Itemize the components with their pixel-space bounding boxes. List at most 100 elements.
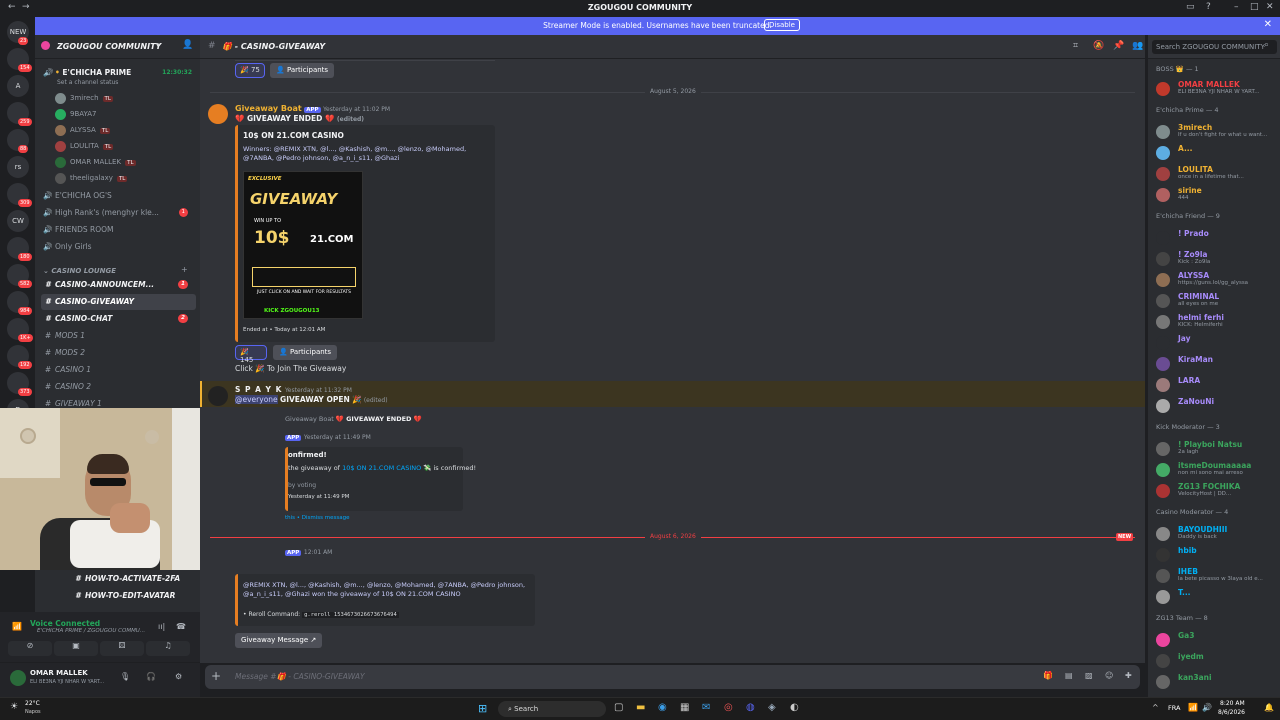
gif-icon[interactable]: ▤ xyxy=(1065,671,1073,680)
member-item[interactable]: 3mirech If u don't fight for what u want.… xyxy=(1156,122,1280,142)
text-channel[interactable]: # CASINO-GIVEAWAY xyxy=(41,294,196,310)
member-item[interactable]: iyedm xyxy=(1156,651,1280,671)
member-item[interactable]: LARA xyxy=(1156,375,1280,395)
volume-icon[interactable]: 🔊 xyxy=(1202,703,1212,712)
soundboard-button[interactable]: ♫ xyxy=(146,641,190,656)
sticker-icon[interactable]: ▨ xyxy=(1085,671,1093,680)
member-item[interactable]: LOULITA once in a lifetime that... xyxy=(1156,164,1280,184)
wifi-icon[interactable]: 📶 xyxy=(1188,703,1198,712)
member-item[interactable]: OMAR MALLEK ELI BE3NA YJI NHAR W YART... xyxy=(1156,79,1280,99)
member-item[interactable]: ZG13 FOCHIKA VelocityHost | DD... xyxy=(1156,481,1280,501)
member-item[interactable]: helmi ferhi KICK: Helmiferhi xyxy=(1156,312,1280,332)
reaction-button-2[interactable]: 🎉 145 xyxy=(235,345,267,364)
help-icon[interactable]: ? xyxy=(1206,2,1211,12)
activities-button[interactable]: ⚄ xyxy=(100,641,144,656)
mic-icon[interactable]: 🎙 xyxy=(120,672,130,681)
giveaway-message-button[interactable]: Giveaway Message ↗ xyxy=(235,633,323,648)
participants-button-2[interactable]: 👤 Participants xyxy=(273,345,338,360)
search-icon[interactable]: ⌕ xyxy=(1264,40,1269,50)
voice-user[interactable]: ALYSSA TL xyxy=(55,123,111,138)
close-window-icon[interactable]: ✕ xyxy=(1266,2,1274,12)
weather-icon[interactable]: ☀ xyxy=(10,702,18,712)
chrome-icon[interactable]: ◎ xyxy=(724,702,733,713)
weather-temp[interactable]: 22°C xyxy=(25,700,40,707)
steam-icon[interactable]: ◈ xyxy=(768,702,776,713)
user-name[interactable]: OMAR MALLEK xyxy=(30,669,88,677)
server-header[interactable]: ZGOUGOU COMMUNITY ▾ 👤 xyxy=(35,35,200,59)
screen-share-button[interactable]: ▣ xyxy=(54,641,98,656)
store-icon[interactable]: ▦ xyxy=(680,702,689,713)
voice-user[interactable]: OMAR MALLEK TL xyxy=(55,155,136,170)
voice-channel[interactable]: 🔊 High Rank's (menghyr kle... 1 xyxy=(41,205,196,221)
server-icon[interactable]: A xyxy=(7,75,29,97)
pin-icon[interactable]: 📌 xyxy=(1113,41,1124,51)
member-item[interactable]: kan3ani xyxy=(1156,672,1280,692)
member-item[interactable]: hbib xyxy=(1156,545,1280,565)
server-icon[interactable]: CW xyxy=(7,210,29,232)
giveaway-poster[interactable]: EXCLUSIVE GIVEAWAY WIN UP TO 10$ 21.COM … xyxy=(243,171,363,319)
member-item[interactable]: A... xyxy=(1156,143,1280,163)
close-banner-icon[interactable]: ✕ xyxy=(1264,19,1272,30)
add-channel-icon[interactable]: + xyxy=(181,265,188,274)
voice-user[interactable]: LOULITA TL xyxy=(55,139,114,154)
voice-user[interactable]: 3mirech TL xyxy=(55,91,113,106)
member-item[interactable]: ! Playboi Natsu 2a lagh xyxy=(1156,439,1280,459)
clock-time[interactable]: 8:20 AM xyxy=(1220,700,1245,707)
chevron-down-icon[interactable]: ▾ xyxy=(156,41,160,49)
author-name[interactable]: Giveaway Boat xyxy=(235,104,302,113)
obs-icon[interactable]: ◐ xyxy=(790,702,799,713)
reply-preview[interactable]: Giveaway Boat 💔 GIVEAWAY ENDED 💔 xyxy=(285,415,465,429)
camera-off-button[interactable]: ⊘ xyxy=(8,641,52,656)
gift-icon[interactable]: 🎁 xyxy=(1043,671,1053,680)
author-name[interactable]: S P A Y K xyxy=(235,385,282,394)
task-view-icon[interactable]: ▢ xyxy=(614,702,623,713)
disable-streamer-button[interactable]: Disable xyxy=(764,19,800,31)
voice-connected-label[interactable]: Voice Connected xyxy=(30,619,100,628)
language-indicator[interactable]: FRA xyxy=(1168,704,1180,712)
member-item[interactable]: ALYSSA https://guns.lol/gg_alyssa xyxy=(1156,270,1280,290)
text-channel[interactable]: # HOW-TO-ACTIVATE-2FA xyxy=(71,571,196,587)
avatar[interactable] xyxy=(10,670,26,686)
apps-icon[interactable]: ✚ xyxy=(1125,671,1132,680)
threads-icon[interactable]: ⌗ xyxy=(1073,41,1078,51)
file-explorer-icon[interactable]: ▬ xyxy=(636,702,645,713)
minimize-icon[interactable]: – xyxy=(1234,2,1239,12)
category-casino-lounge[interactable]: ⌄ CASINO LOUNGE xyxy=(43,267,116,275)
text-channel[interactable]: # MODS 1 xyxy=(41,328,196,344)
notification-icon[interactable]: 🔔 xyxy=(1264,703,1274,712)
voice-channel[interactable]: 🔊 FRIENDS ROOM xyxy=(41,222,196,238)
member-item[interactable]: sirine 444 xyxy=(1156,185,1280,205)
mute-icon[interactable]: 🔕 xyxy=(1093,41,1104,51)
reaction-button[interactable]: 🎉 75 xyxy=(235,63,265,78)
voice-user[interactable]: 9BAYA7 xyxy=(55,107,96,122)
avatar[interactable] xyxy=(208,386,228,406)
participants-button[interactable]: 👤 Participants xyxy=(270,63,335,78)
avatar[interactable] xyxy=(208,104,228,124)
member-item[interactable]: BAYOUDHIII Daddy is back xyxy=(1156,524,1280,544)
voice-user[interactable]: theeligalaxy TL xyxy=(55,171,128,186)
member-item[interactable]: KiraMan xyxy=(1156,354,1280,374)
voice-channel[interactable]: 🔊 Only Girls xyxy=(41,239,196,255)
start-icon[interactable]: ⊞ xyxy=(478,702,487,715)
dismiss-message[interactable]: this • Dismiss message xyxy=(285,515,350,521)
text-channel[interactable]: # CASINO 2 xyxy=(41,379,196,395)
message-input[interactable]: Message #🎁 - CASINO-GIVEAWAY xyxy=(235,672,365,681)
text-channel[interactable]: # MODS 2 xyxy=(41,345,196,361)
mail-icon[interactable]: ✉ xyxy=(702,702,710,713)
text-channel[interactable]: # CASINO 1 xyxy=(41,362,196,378)
member-item[interactable]: CRIMINAL all eyes on me xyxy=(1156,291,1280,311)
edge-icon[interactable]: ◉ xyxy=(658,702,667,713)
member-item[interactable]: ZaNouNi xyxy=(1156,396,1280,416)
text-channel[interactable]: # HOW-TO-EDIT-AVATAR xyxy=(71,588,196,604)
voice-channel[interactable]: 🔊 E'CHICHA OG'S xyxy=(41,188,196,204)
voice-connected-sub[interactable]: E'CHICHA PRIME / ZGOUGOU COMMU... xyxy=(37,628,145,634)
headphones-icon[interactable]: 🎧 xyxy=(146,672,156,681)
channel-status[interactable]: Set a channel status xyxy=(57,79,118,86)
invite-icon[interactable]: 👤 xyxy=(182,40,193,50)
members-icon[interactable]: 👥 xyxy=(1132,41,1143,51)
inbox-icon[interactable]: ▭ xyxy=(1186,2,1195,12)
member-item[interactable]: ! Zo9la Kick : Zo9la xyxy=(1156,249,1280,269)
text-channel[interactable]: # CASINO-ANNOUNCEM... 1 xyxy=(41,277,196,293)
noise-icon[interactable]: ıı| xyxy=(158,622,165,631)
disconnect-icon[interactable]: ☎ xyxy=(176,622,186,631)
